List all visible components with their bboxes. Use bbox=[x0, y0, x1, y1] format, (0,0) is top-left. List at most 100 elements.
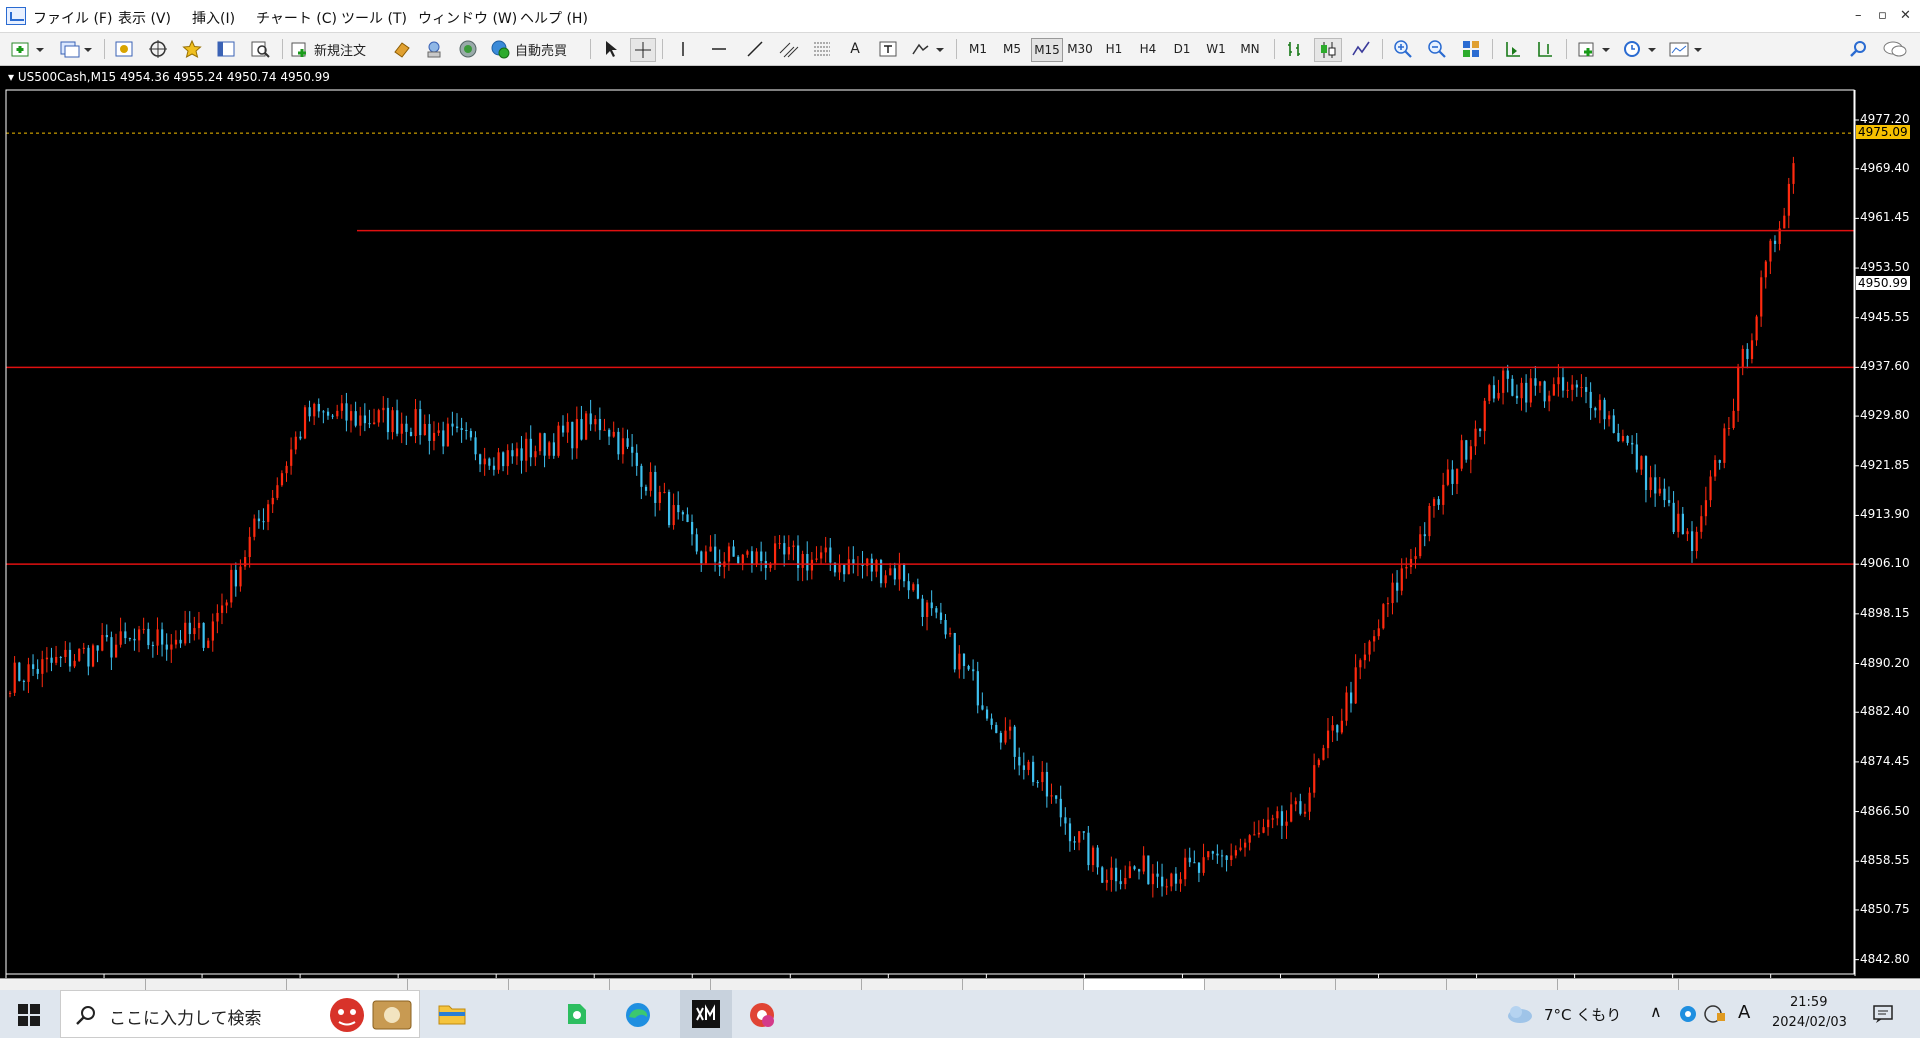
weather-text[interactable]: 7°C くもり bbox=[1544, 1004, 1621, 1025]
chart-menu-arrow-icon[interactable]: ▾ bbox=[8, 70, 14, 84]
candle-body bbox=[1299, 801, 1302, 814]
indicators-icon[interactable] bbox=[1574, 38, 1614, 60]
menu-tools[interactable]: ツール (T) bbox=[341, 8, 407, 28]
tile-windows-icon[interactable] bbox=[1458, 38, 1484, 60]
candle-body bbox=[345, 403, 348, 421]
fibonacci-icon[interactable] bbox=[810, 38, 836, 60]
cursor-icon[interactable] bbox=[598, 38, 622, 60]
xm-mt4-taskbar-button[interactable] bbox=[680, 990, 732, 1038]
tf-m1[interactable]: M1 bbox=[963, 38, 993, 60]
price-axis-label: 4874.45 bbox=[1860, 753, 1910, 768]
evernote-icon[interactable] bbox=[562, 1001, 590, 1030]
clock-date[interactable]: 2024/02/03 bbox=[1772, 1015, 1847, 1030]
chat-icon[interactable] bbox=[1880, 38, 1910, 60]
auto-trading-button[interactable]: 自動売買 bbox=[490, 38, 582, 60]
bar-chart-icon[interactable] bbox=[1282, 38, 1308, 60]
menu-help[interactable]: ヘルプ (H) bbox=[520, 8, 588, 28]
tf-h1[interactable]: H1 bbox=[1099, 38, 1129, 60]
candlestick-icon[interactable] bbox=[1314, 38, 1342, 62]
signals-icon[interactable] bbox=[422, 38, 446, 60]
candle-body bbox=[1704, 500, 1708, 517]
zoom-out-icon[interactable] bbox=[1424, 38, 1450, 60]
periods-icon[interactable] bbox=[1620, 38, 1660, 60]
tf-d1[interactable]: D1 bbox=[1167, 38, 1197, 60]
clock-time[interactable]: 21:59 bbox=[1790, 995, 1827, 1010]
chart-shift-icon[interactable] bbox=[1532, 38, 1558, 60]
terminal-icon[interactable] bbox=[214, 38, 238, 60]
tf-h4[interactable]: H4 bbox=[1133, 38, 1163, 60]
tf-m30[interactable]: M30 bbox=[1065, 38, 1095, 60]
tray-edge-icon[interactable] bbox=[1678, 1004, 1698, 1027]
profiles-icon[interactable] bbox=[56, 38, 96, 60]
templates-icon[interactable] bbox=[1666, 38, 1706, 60]
horizontal-line-icon[interactable] bbox=[706, 38, 732, 60]
strategy-tester-icon[interactable] bbox=[248, 38, 272, 60]
crosshair-icon[interactable] bbox=[630, 38, 656, 62]
tf-m5[interactable]: M5 bbox=[997, 38, 1027, 60]
candle-body bbox=[248, 536, 251, 558]
navigator-icon[interactable] bbox=[180, 38, 204, 60]
file-explorer-icon[interactable] bbox=[438, 1002, 466, 1029]
close-icon[interactable]: ✕ bbox=[1900, 8, 1911, 23]
menu-window[interactable]: ウィンドウ (W) bbox=[418, 8, 517, 28]
minimize-icon[interactable]: – bbox=[1855, 8, 1862, 23]
candle-body bbox=[1585, 387, 1588, 392]
candle-body bbox=[1396, 582, 1399, 591]
candle-body bbox=[704, 551, 708, 564]
search-icon[interactable] bbox=[1846, 38, 1870, 60]
taskbar-search-box[interactable]: ここに入力して検索 bbox=[60, 990, 420, 1038]
data-window-icon[interactable] bbox=[146, 38, 170, 60]
edge-browser-icon[interactable] bbox=[624, 1001, 652, 1032]
meta-editor-icon[interactable] bbox=[390, 38, 414, 60]
ime-indicator[interactable]: A bbox=[1738, 1002, 1750, 1023]
mt4-app-icon[interactable] bbox=[6, 7, 26, 25]
trendline-icon[interactable] bbox=[742, 38, 768, 60]
price-axis-label: 4858.55 bbox=[1860, 853, 1910, 868]
menu-bar: ファイル (F) 表示 (V) 挿入(I) チャート (C) ツール (T) ウ… bbox=[0, 0, 1920, 33]
candle-body bbox=[340, 403, 343, 411]
menu-chart[interactable]: チャート (C) bbox=[256, 8, 337, 28]
candle-body bbox=[257, 518, 261, 522]
candle-body bbox=[1644, 456, 1648, 490]
new-order-button[interactable]: 新規注文 bbox=[290, 38, 382, 60]
menu-insert[interactable]: 挿入(I) bbox=[192, 8, 235, 28]
tf-m15[interactable]: M15 bbox=[1031, 38, 1063, 62]
candle-body bbox=[1114, 867, 1118, 882]
notification-icon[interactable] bbox=[1872, 1004, 1894, 1027]
vertical-line-icon[interactable] bbox=[670, 38, 696, 60]
chrome-profile-icon[interactable] bbox=[748, 1001, 776, 1032]
menu-view[interactable]: 表示 (V) bbox=[118, 8, 171, 28]
new-chart-icon[interactable] bbox=[8, 38, 48, 60]
weather-cloud-icon[interactable] bbox=[1506, 1004, 1534, 1027]
tf-w1[interactable]: W1 bbox=[1201, 38, 1231, 60]
zoom-in-icon[interactable] bbox=[1390, 38, 1416, 60]
restore-icon[interactable]: ▫ bbox=[1878, 8, 1887, 23]
tray-overflow-chevron-icon[interactable]: ∧ bbox=[1650, 1002, 1662, 1021]
channel-icon[interactable] bbox=[776, 38, 802, 60]
windows-start-icon[interactable] bbox=[18, 1004, 40, 1029]
price-axis-label: 4969.40 bbox=[1860, 160, 1910, 175]
text-label-icon[interactable] bbox=[876, 38, 900, 60]
candle-body bbox=[972, 669, 975, 672]
text-icon[interactable]: A bbox=[844, 38, 866, 60]
line-chart-icon[interactable] bbox=[1348, 38, 1374, 60]
candle-body bbox=[253, 518, 256, 537]
autoscroll-icon[interactable] bbox=[1500, 38, 1526, 60]
market-icon[interactable] bbox=[456, 38, 480, 60]
candle-body bbox=[1138, 869, 1141, 872]
shapes-menu-icon[interactable] bbox=[908, 38, 948, 60]
price-chart[interactable] bbox=[0, 66, 1920, 978]
candle-body bbox=[350, 411, 353, 421]
candle-body bbox=[1686, 531, 1689, 535]
candle-body bbox=[944, 619, 947, 635]
candle-body bbox=[598, 418, 602, 431]
menu-file[interactable]: ファイル (F) bbox=[33, 8, 112, 28]
candle-body bbox=[663, 491, 666, 493]
tf-mn[interactable]: MN bbox=[1235, 38, 1265, 60]
tray-network-icon[interactable] bbox=[1704, 1004, 1726, 1027]
candle-body bbox=[142, 628, 145, 630]
candle-body bbox=[893, 568, 896, 580]
market-watch-icon[interactable] bbox=[112, 38, 136, 60]
chart-window[interactable]: ▾ US500Cash,M15 4954.36 4955.24 4950.74 … bbox=[0, 66, 1920, 993]
candle-body bbox=[1419, 534, 1422, 557]
